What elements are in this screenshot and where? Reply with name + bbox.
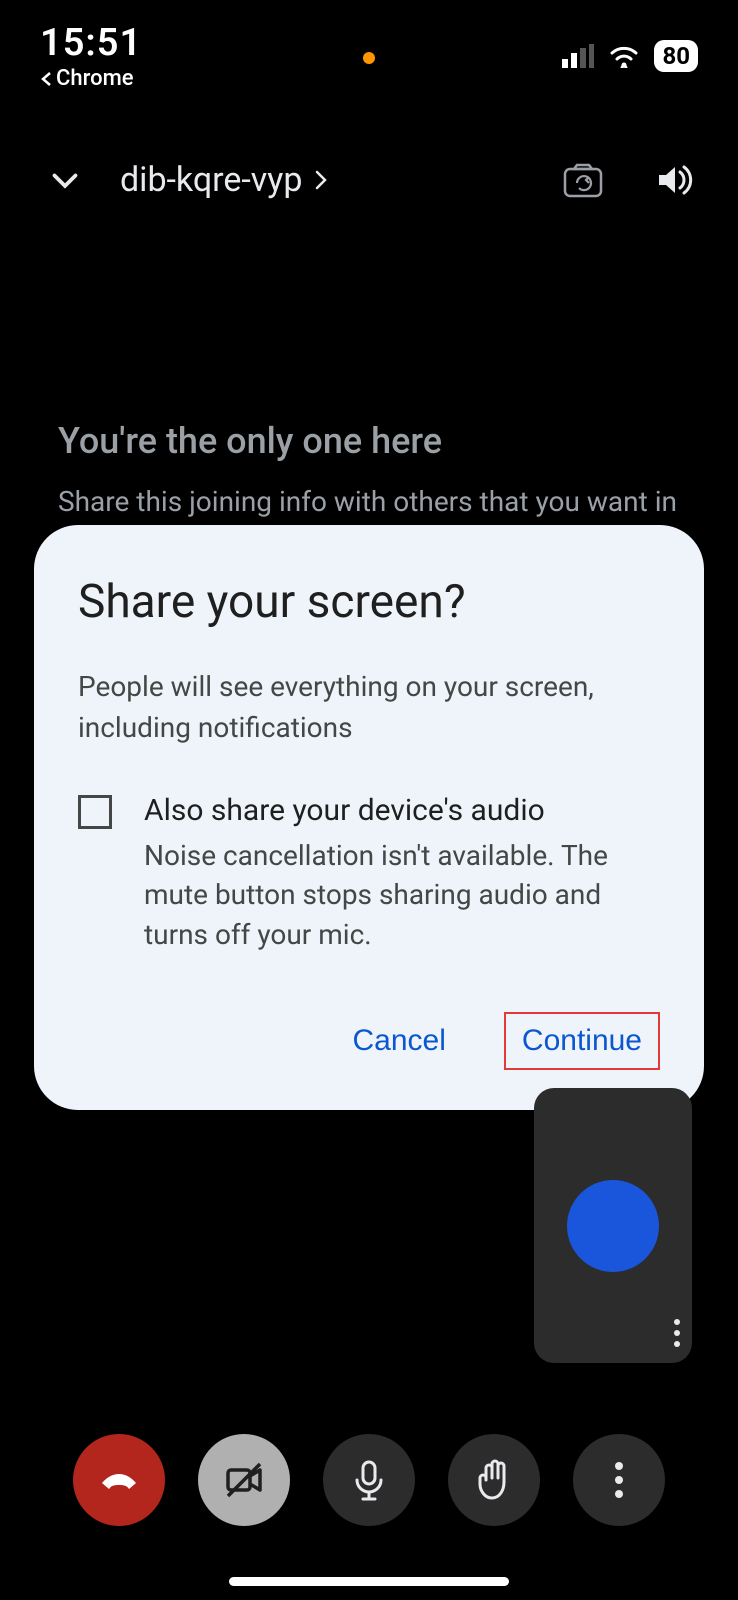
hangup-icon [94, 1455, 144, 1505]
home-indicator[interactable] [229, 1577, 509, 1586]
status-time: 15:51 [40, 24, 142, 62]
speaker-button[interactable] [648, 155, 698, 205]
cellular-icon [562, 44, 594, 68]
dialog-description: People will see everything on your scree… [78, 667, 660, 748]
self-avatar [567, 1180, 659, 1272]
self-view-more-button[interactable] [674, 1319, 680, 1347]
share-audio-label: Also share your device's audio [144, 793, 660, 828]
mic-toggle-button[interactable] [323, 1434, 415, 1526]
meeting-code-label: dib-kqre-vyp [120, 160, 302, 200]
recording-indicator-icon [363, 52, 375, 64]
share-screen-dialog: Share your screen? People will see every… [34, 525, 704, 1110]
cancel-button[interactable]: Cancel [337, 1014, 462, 1068]
raise-hand-icon [474, 1458, 514, 1502]
chevron-right-icon [314, 169, 328, 191]
flip-camera-button[interactable] [558, 155, 608, 205]
more-vertical-icon [614, 1461, 624, 1499]
more-options-button[interactable] [573, 1434, 665, 1526]
meeting-top-bar: dib-kqre-vyp [0, 145, 738, 215]
camera-off-icon [220, 1456, 268, 1504]
meeting-bar-actions [558, 155, 698, 205]
dialog-actions: Cancel Continue [78, 1012, 660, 1070]
battery-level: 80 [662, 42, 690, 70]
end-call-button[interactable] [73, 1434, 165, 1526]
wifi-icon [608, 44, 640, 68]
collapse-button[interactable] [40, 155, 90, 205]
status-bar: 15:51 Chrome 80 [0, 0, 738, 90]
back-app-label: Chrome [56, 66, 134, 91]
chevron-down-icon [47, 162, 83, 198]
back-to-app[interactable]: Chrome [40, 66, 142, 91]
status-left: 15:51 Chrome [40, 0, 142, 91]
back-caret-icon [40, 71, 52, 87]
speaker-icon [652, 159, 694, 201]
camera-toggle-button[interactable] [198, 1434, 290, 1526]
share-audio-option[interactable]: Also share your device's audio Noise can… [78, 793, 660, 954]
raise-hand-button[interactable] [448, 1434, 540, 1526]
mic-icon [349, 1458, 389, 1502]
meeting-code-button[interactable]: dib-kqre-vyp [120, 160, 328, 200]
self-view-tile[interactable] [534, 1088, 692, 1363]
only-one-title: You're the only one here [58, 420, 680, 462]
battery-indicator: 80 [654, 40, 698, 72]
share-audio-text: Also share your device's audio Noise can… [144, 793, 660, 954]
flip-camera-icon [562, 161, 604, 199]
dialog-title: Share your screen? [78, 575, 660, 629]
share-audio-help: Noise cancellation isn't available. The … [144, 836, 660, 954]
call-controls [0, 1434, 738, 1526]
share-audio-checkbox[interactable] [78, 795, 112, 829]
status-right: 80 [562, 0, 698, 72]
continue-button[interactable]: Continue [504, 1012, 660, 1070]
share-joining-info-text: Share this joining info with others that… [58, 482, 680, 521]
meeting-info-block: You're the only one here Share this join… [58, 420, 680, 521]
